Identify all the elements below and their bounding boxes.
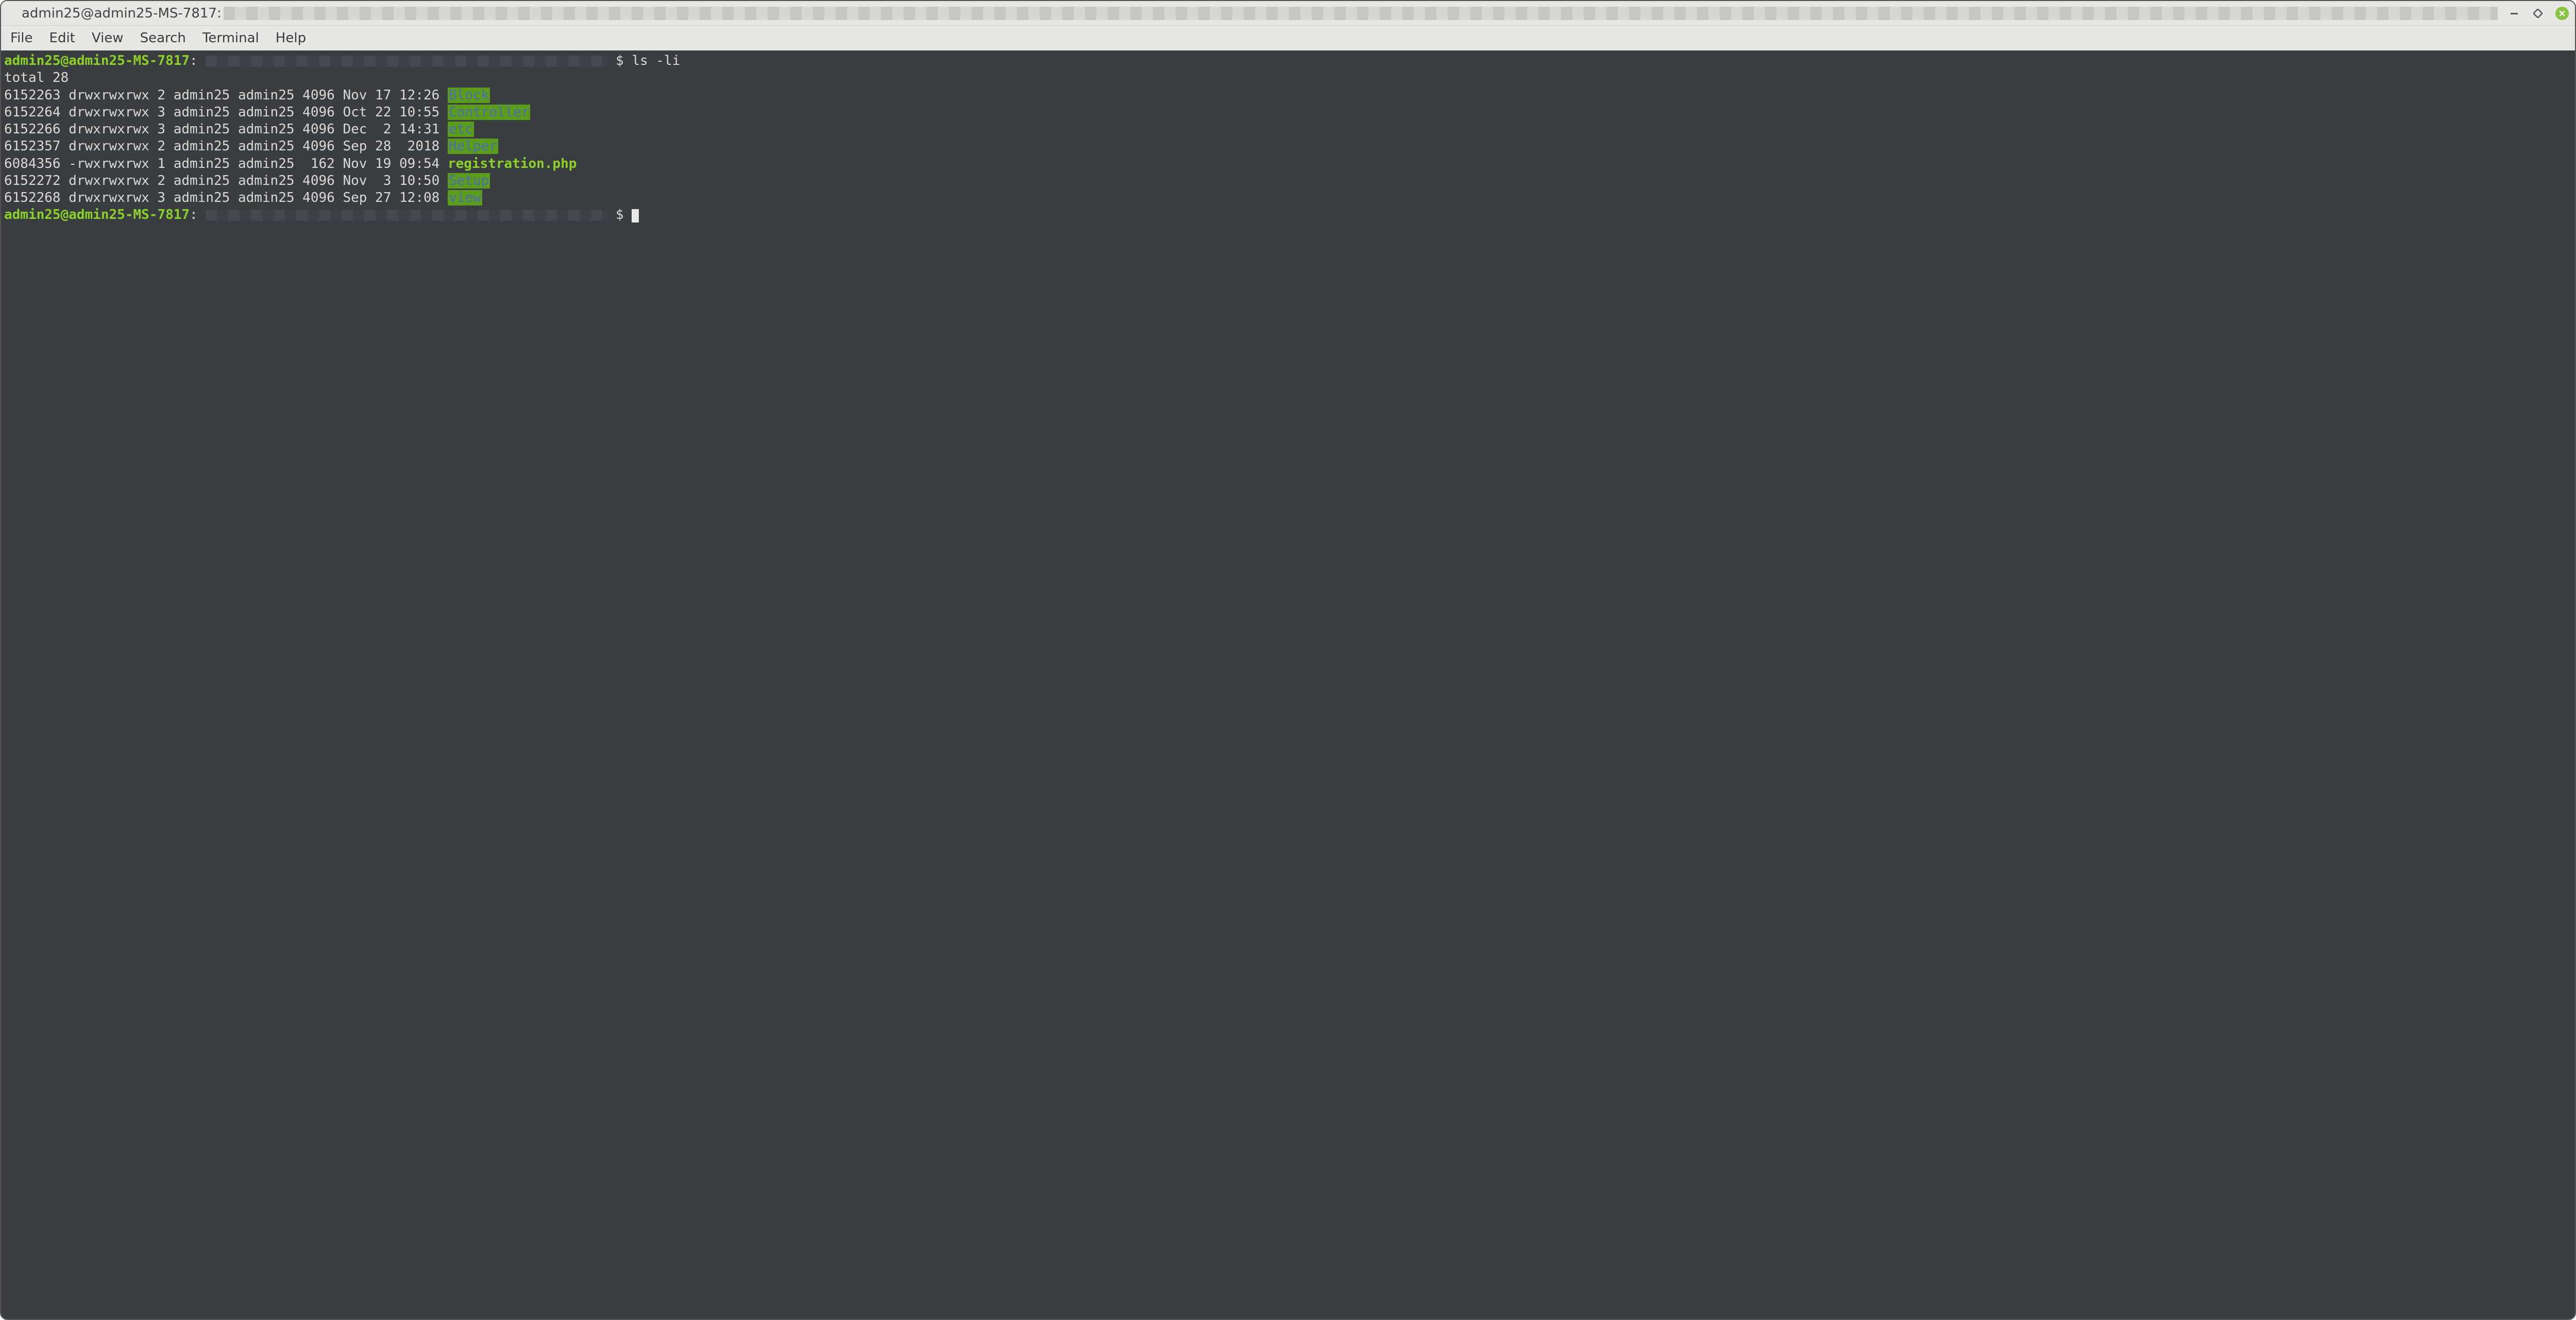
menu-search[interactable]: Search bbox=[140, 30, 186, 46]
window-titlebar: admin25@admin25-MS-7817: bbox=[1, 1, 2575, 26]
prompt-line: admin25@admin25-MS-7817: $ bbox=[4, 207, 2572, 224]
listing-name: registration.php bbox=[448, 156, 577, 172]
menu-help[interactable]: Help bbox=[276, 30, 306, 46]
listing-name: etc bbox=[448, 122, 474, 137]
listing-row: 6152272 drwxrwxrwx 2 admin25 admin25 409… bbox=[4, 173, 2572, 190]
prompt-separator: : bbox=[190, 53, 198, 68]
listing-name: Block bbox=[448, 88, 490, 103]
prompt-user: admin25@admin25-MS-7817 bbox=[4, 207, 190, 222]
listing-row: 6152357 drwxrwxrwx 2 admin25 admin25 409… bbox=[4, 138, 2572, 155]
prompt-path-redacted bbox=[206, 210, 607, 221]
menu-terminal[interactable]: Terminal bbox=[202, 30, 259, 46]
listing-row: 6084356 -rwxrwxrwx 1 admin25 admin25 162… bbox=[4, 156, 2572, 173]
window-controls bbox=[2508, 7, 2569, 20]
listing-name: Setup bbox=[448, 173, 490, 188]
listing-row: 6152263 drwxrwxrwx 2 admin25 admin25 409… bbox=[4, 87, 2572, 104]
prompt-user: admin25@admin25-MS-7817 bbox=[4, 53, 190, 68]
terminal-body[interactable]: admin25@admin25-MS-7817: $ ls -litotal 2… bbox=[1, 50, 2575, 1319]
maximize-icon bbox=[2533, 9, 2543, 18]
listing-row: 6152264 drwxrwxrwx 3 admin25 admin25 409… bbox=[4, 104, 2572, 121]
command: ls -li bbox=[632, 53, 680, 68]
cursor bbox=[632, 209, 639, 222]
total-line: total 28 bbox=[4, 70, 2572, 87]
minimize-icon bbox=[2510, 9, 2519, 18]
listing-name: Controller bbox=[448, 105, 531, 120]
listing-row: 6152266 drwxrwxrwx 3 admin25 admin25 409… bbox=[4, 121, 2572, 138]
window-title: admin25@admin25-MS-7817: bbox=[22, 6, 222, 21]
close-icon bbox=[2558, 10, 2566, 17]
menu-file[interactable]: File bbox=[10, 30, 33, 46]
terminal-window: admin25@admin25-MS-7817: File Edit View … bbox=[0, 0, 2576, 1320]
menubar: File Edit View Search Terminal Help bbox=[1, 26, 2575, 50]
window-minimize-button[interactable] bbox=[2508, 7, 2520, 20]
window-maximize-button[interactable] bbox=[2532, 7, 2544, 20]
listing-name: view bbox=[448, 190, 482, 205]
prompt-symbol: $ bbox=[616, 53, 632, 68]
menu-view[interactable]: View bbox=[92, 30, 124, 46]
listing-name: Helper bbox=[448, 139, 498, 154]
window-close-button[interactable] bbox=[2555, 7, 2569, 20]
listing-row: 6152268 drwxrwxrwx 3 admin25 admin25 409… bbox=[4, 190, 2572, 207]
window-title-redacted bbox=[224, 7, 2498, 20]
menu-edit[interactable]: Edit bbox=[49, 30, 75, 46]
prompt-separator: : bbox=[190, 207, 198, 222]
prompt-path-redacted bbox=[206, 56, 607, 67]
prompt-symbol: $ bbox=[616, 207, 632, 222]
prompt-line: admin25@admin25-MS-7817: $ ls -li bbox=[4, 53, 2572, 70]
